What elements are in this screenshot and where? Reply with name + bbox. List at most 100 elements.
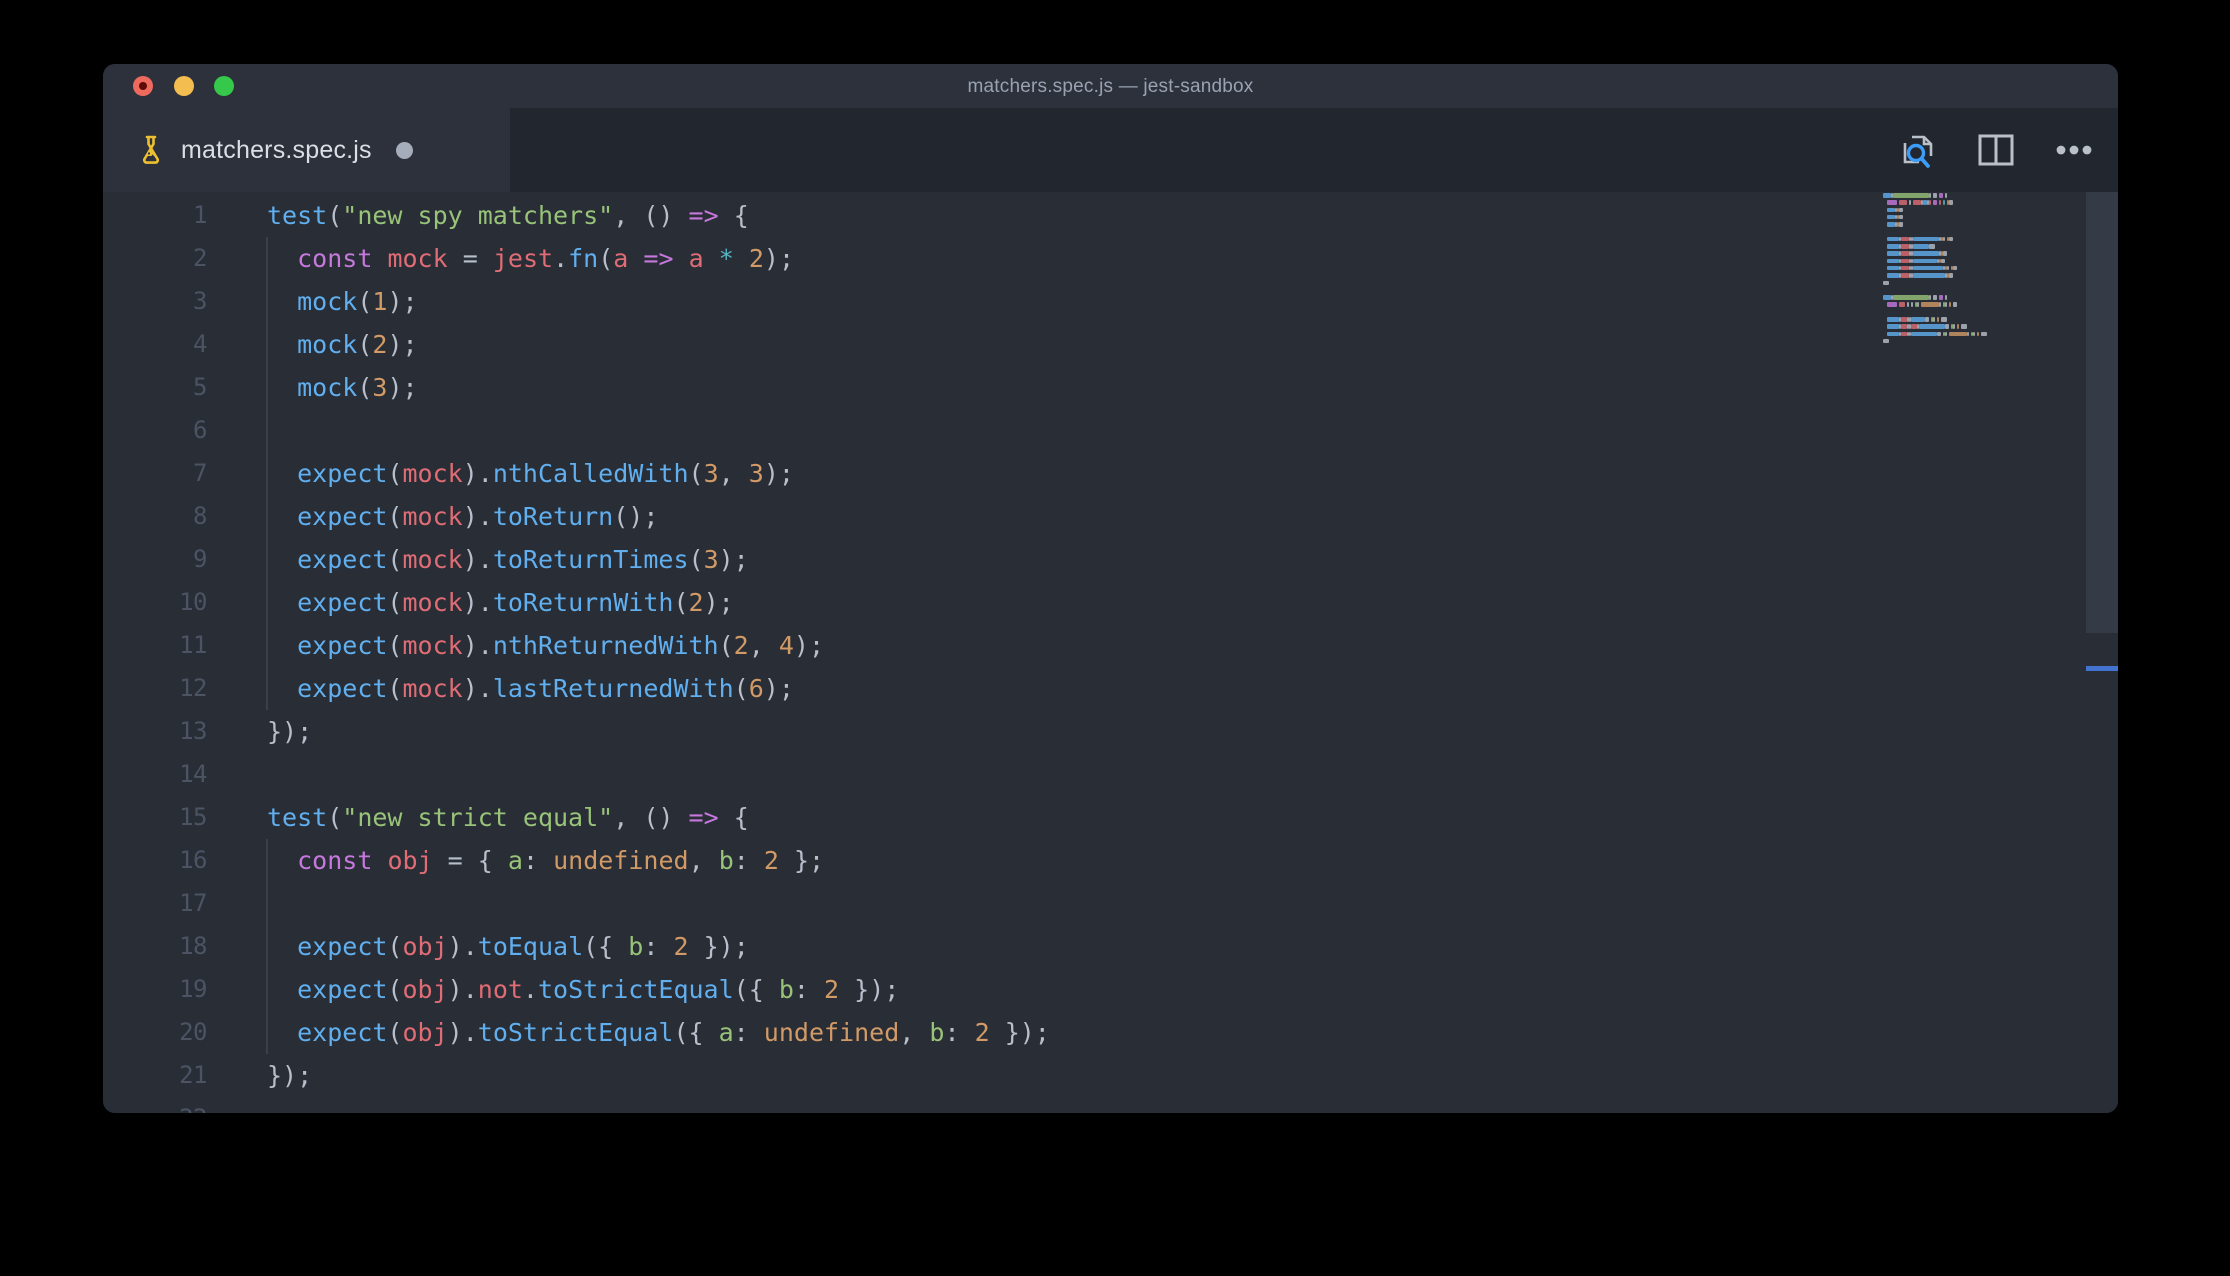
split-editor-icon[interactable] (1978, 133, 2014, 167)
code-line[interactable]: 18 expect(obj).toEqual({ b: 2 }); (103, 925, 2118, 968)
window-title: matchers.spec.js — jest-sandbox (967, 76, 1254, 97)
search-editors-icon[interactable] (1898, 129, 1936, 171)
code-line[interactable]: 5 mock(3); (103, 366, 2118, 409)
code-text: const obj = { a: undefined, b: 2 }; (297, 846, 825, 875)
minimap-line (1883, 272, 2093, 279)
scrollbar-thumb[interactable] (2086, 192, 2118, 633)
app-window: matchers.spec.js — jest-sandbox matchers… (103, 64, 2118, 1113)
scrollbar[interactable] (2086, 192, 2118, 1113)
code-line[interactable]: 4 mock(2); (103, 323, 2118, 366)
code-text: expect(mock).nthReturnedWith(2, 4); (297, 631, 825, 660)
code-text: expect(mock).nthCalledWith(3, 3); (297, 459, 794, 488)
line-number: 18 (179, 932, 207, 960)
code-line[interactable]: 9 expect(mock).toReturnTimes(3); (103, 538, 2118, 581)
minimap-line (1883, 221, 2093, 228)
line-number: 3 (193, 287, 207, 315)
line-number: 9 (193, 545, 207, 573)
minimap[interactable] (1883, 192, 2093, 353)
line-number: 5 (193, 373, 207, 401)
minimap-line (1883, 243, 2093, 250)
line-number: 16 (179, 846, 207, 874)
minimap-line (1883, 265, 2093, 272)
line-number: 7 (193, 459, 207, 487)
modified-dot-icon[interactable] (395, 141, 413, 159)
line-number: 1 (193, 201, 207, 229)
code-line[interactable]: 16 const obj = { a: undefined, b: 2 }; (103, 839, 2118, 882)
tabbar: matchers.spec.js (103, 108, 2118, 192)
minimap-line (1883, 280, 2093, 287)
line-number: 22 (103, 1097, 207, 1113)
editor[interactable]: 1 test("new spy matchers", () => { 2 const… (103, 192, 2118, 1113)
code-line[interactable]: 14 (103, 753, 2118, 796)
code-line[interactable]: 7 expect(mock).nthCalledWith(3, 3); (103, 452, 2118, 495)
code-line[interactable]: 12 expect(mock).lastReturnedWith(6); (103, 667, 2118, 710)
line-number: 15 (179, 803, 207, 831)
code-lines: 1 test("new spy matchers", () => { 2 const… (103, 194, 2118, 1113)
line-number: 13 (179, 717, 207, 745)
minimap-line (1883, 199, 2093, 206)
code-text: mock(1); (297, 287, 418, 316)
code-line[interactable]: 17 (103, 882, 2118, 925)
test-flask-icon (142, 135, 160, 164)
code-line[interactable]: 11 expect(mock).nthReturnedWith(2, 4); (103, 624, 2118, 667)
indent-guide (266, 882, 268, 925)
minimap-line (1883, 192, 2093, 199)
minimap-line (1883, 250, 2093, 257)
code-text: expect(mock).toReturnTimes(3); (297, 545, 749, 574)
tab-filename: matchers.spec.js (181, 135, 372, 164)
code-line[interactable]: 21}); (103, 1054, 2118, 1097)
minimap-line (1883, 331, 2093, 338)
code-line[interactable]: 20 expect(obj).toStrictEqual({ a: undefi… (103, 1011, 2118, 1054)
line-number: 14 (179, 760, 207, 788)
minimap-line (1883, 287, 2093, 294)
more-actions-icon[interactable] (2056, 144, 2092, 156)
line-number: 10 (179, 588, 207, 616)
line-number: 4 (193, 330, 207, 358)
code-line[interactable]: 2 const mock = jest.fn(a => a * 2); (103, 237, 2118, 280)
minimap-line (1883, 345, 2093, 352)
code-line[interactable]: 22 (103, 1097, 2118, 1113)
code-text: expect(mock).toReturnWith(2); (297, 588, 734, 617)
code-line[interactable]: 13}); (103, 710, 2118, 753)
line-number: 2 (193, 244, 207, 272)
minimap-line (1883, 207, 2093, 214)
minimap-line (1883, 258, 2093, 265)
line-number: 12 (179, 674, 207, 702)
indent-guide (266, 409, 268, 452)
code-text: const mock = jest.fn(a => a * 2); (297, 244, 795, 273)
minimap-line (1883, 228, 2093, 235)
line-number: 20 (179, 1018, 207, 1046)
minimap-line (1883, 323, 2093, 330)
code-text: mock(3); (297, 373, 418, 402)
code-text: expect(obj).not.toStrictEqual({ b: 2 }); (297, 975, 900, 1004)
code-text: }); (267, 1061, 313, 1090)
code-text: test("new spy matchers", () => { (267, 201, 749, 230)
code-line[interactable]: 6 (103, 409, 2118, 452)
code-line[interactable]: 15 test("new strict equal", () => { (103, 796, 2118, 839)
line-number: 6 (193, 416, 207, 444)
minimap-line (1883, 309, 2093, 316)
minimap-line (1883, 301, 2093, 308)
code-text: test("new strict equal", () => { (267, 803, 749, 832)
code-line[interactable]: 10 expect(mock).toReturnWith(2); (103, 581, 2118, 624)
titlebar: matchers.spec.js — jest-sandbox (103, 64, 2118, 108)
minimap-line (1883, 338, 2093, 345)
line-number: 8 (193, 502, 207, 530)
code-text: expect(mock).toReturn(); (297, 502, 659, 531)
code-text: expect(obj).toEqual({ b: 2 }); (297, 932, 749, 961)
code-text: }); (267, 717, 313, 746)
line-number: 17 (179, 889, 207, 917)
minimap-line (1883, 236, 2093, 243)
minimap-line (1883, 316, 2093, 323)
minimap-line (1883, 214, 2093, 221)
code-line[interactable]: 8 expect(mock).toReturn(); (103, 495, 2118, 538)
minimap-line (1883, 294, 2093, 301)
line-number: 11 (179, 631, 207, 659)
code-text: mock(2); (297, 330, 418, 359)
code-line[interactable]: 3 mock(1); (103, 280, 2118, 323)
tab-matchers-spec[interactable]: matchers.spec.js (103, 108, 510, 192)
code-line[interactable]: 19 expect(obj).not.toStrictEqual({ b: 2 … (103, 968, 2118, 1011)
scrollbar-cursor-marker (2086, 666, 2118, 671)
editor-actions (1898, 108, 2118, 192)
code-line[interactable]: 1 test("new spy matchers", () => { (103, 194, 2118, 237)
